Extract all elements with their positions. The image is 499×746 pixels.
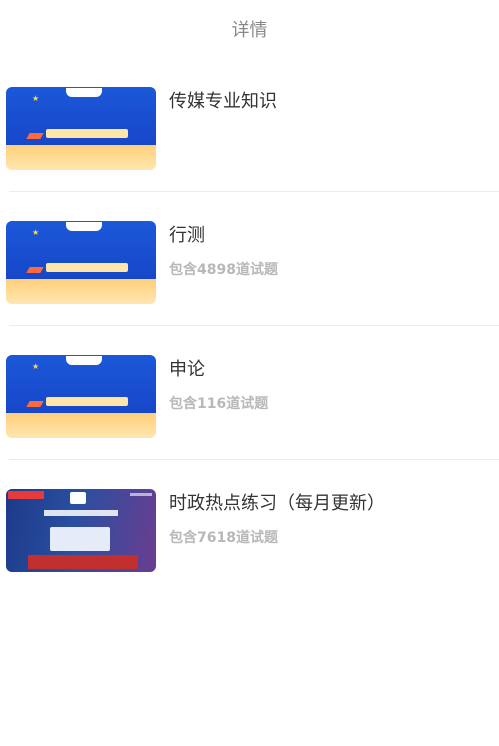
question-bank-banner-icon: ★ [6, 87, 156, 170]
list-item-media-knowledge[interactable]: ★ 传媒专业知识 [0, 58, 499, 192]
item-title: 行测 [169, 225, 205, 246]
page-title: 详情 [231, 20, 268, 41]
question-bank-banner-icon: ★ [6, 221, 156, 304]
list-item-shenlun[interactable]: ★ 申论 包含116道试题 [0, 326, 499, 460]
item-title: 申论 [169, 359, 205, 380]
course-list: ★ 传媒专业知识 ★ 行测 包含4898道试题 ★ 申论 包含116道试题 时政… [0, 58, 499, 594]
question-bank-banner-icon: ★ [6, 355, 156, 438]
item-question-count: 包含116道试题 [169, 396, 269, 412]
item-title: 传媒专业知识 [169, 91, 277, 112]
page-header: 详情 [0, 0, 499, 58]
list-item-xingce[interactable]: ★ 行测 包含4898道试题 [0, 192, 499, 326]
list-item-current-affairs[interactable]: 时政热点练习（每月更新） 包含7618道试题 [0, 460, 499, 594]
item-question-count: 包含7618道试题 [169, 530, 278, 546]
current-affairs-banner-icon [6, 489, 156, 572]
item-title: 时政热点练习（每月更新） [169, 493, 385, 514]
item-question-count: 包含4898道试题 [169, 262, 278, 278]
